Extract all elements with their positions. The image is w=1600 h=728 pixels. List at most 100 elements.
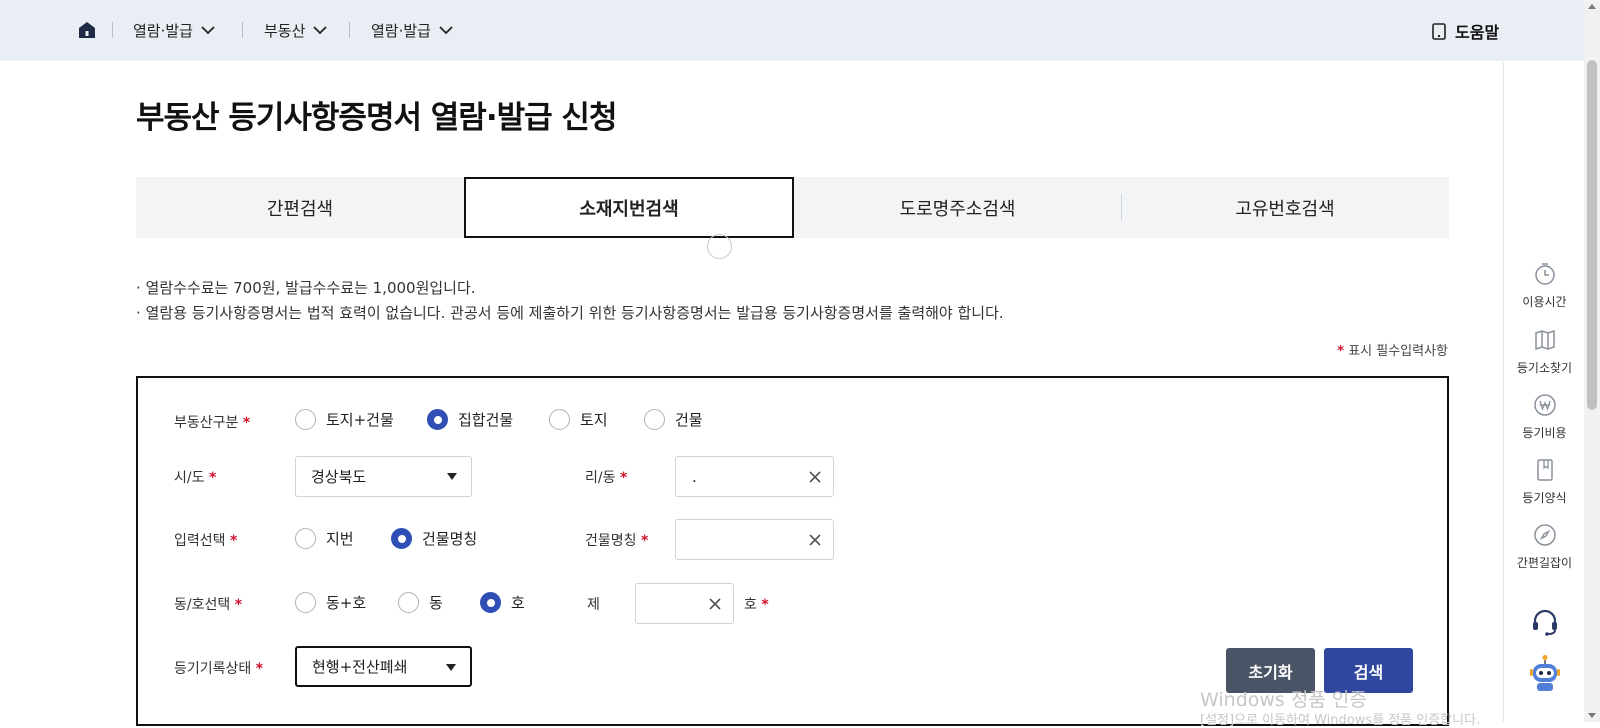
quick-item-guide[interactable]: 간편길잡이 (1504, 523, 1585, 571)
loading-spinner-icon (707, 234, 732, 259)
ri-dong-input-value: . (692, 467, 697, 486)
radio-building-name[interactable]: 건물명칭 (391, 528, 477, 549)
radio-label: 토지 (580, 411, 608, 429)
radio-label: 토지+건물 (326, 411, 394, 429)
radio-label: 동+호 (326, 594, 367, 612)
radio-aggregate-building[interactable]: 집합건물 (427, 409, 513, 430)
ri-dong-input[interactable]: . (675, 456, 834, 497)
tab-simple-search[interactable]: 간편검색 (136, 177, 464, 238)
radio-building[interactable]: 건물 (644, 409, 703, 430)
scrollbar-thumb[interactable] (1587, 60, 1597, 410)
required-star: * (255, 661, 264, 677)
record-status-label: 등기기록상태 * (174, 658, 263, 678)
clear-icon[interactable] (807, 469, 823, 485)
quick-item-label: 등기양식 (1522, 491, 1567, 505)
quick-item-forms[interactable]: 등기양식 (1504, 458, 1585, 506)
tab-unique-number-search[interactable]: 고유번호검색 (1121, 177, 1449, 238)
radio-circle (427, 409, 448, 430)
radio-dong-ho[interactable]: 동+호 (295, 592, 366, 613)
radio-circle (295, 409, 316, 430)
tab-label: 소재지번검색 (579, 198, 679, 220)
radio-lot-number[interactable]: 지번 (295, 528, 354, 549)
property-type-label: 부동산구분 * (174, 412, 250, 432)
nav-separator (242, 22, 243, 38)
nav-menu-real-estate[interactable]: 부동산 (264, 19, 328, 41)
nav-menu-label: 열람·발급 (133, 21, 193, 40)
page-scrollbar[interactable] (1584, 0, 1600, 722)
top-navigation-bar: 열람·발급 부동산 열람·발급 도움말 (0, 0, 1584, 61)
dropdown-caret-icon (446, 664, 456, 671)
radio-circle (295, 528, 316, 549)
radio-circle (398, 592, 419, 613)
tab-road-address-search[interactable]: 도로명주소검색 (794, 177, 1121, 238)
tab-lot-number-search[interactable]: 소재지번검색 (464, 177, 794, 238)
map-icon (1534, 329, 1555, 351)
quick-item-label: 등기소찾기 (1516, 361, 1573, 375)
radio-circle (480, 592, 501, 613)
required-star: * (229, 533, 238, 549)
scroll-down-arrow-icon[interactable] (1588, 713, 1596, 718)
ri-dong-label: 리/동 * (585, 467, 627, 487)
scroll-up-arrow-icon[interactable] (1588, 4, 1596, 9)
nav-separator (112, 22, 113, 38)
chevron-down-icon (201, 25, 215, 34)
radio-land-building[interactable]: 토지+건물 (295, 409, 394, 430)
radio-label: 집합건물 (458, 411, 514, 429)
won-icon (1533, 394, 1556, 416)
property-type-label-text: 부동산구분 (174, 415, 239, 431)
required-star: * (208, 470, 217, 486)
customer-support-button[interactable] (1504, 607, 1585, 642)
clear-icon[interactable] (807, 532, 823, 548)
tab-label: 간편검색 (266, 198, 334, 220)
radio-label: 동 (429, 594, 443, 612)
windows-activation-watermark: Windows 정품 인증 (1200, 689, 1367, 711)
quick-item-hours[interactable]: 이용시간 (1504, 262, 1585, 310)
fee-notice: · 열람수수료는 700원, 발급수수료는 1,000원입니다. (136, 279, 476, 297)
sido-label-text: 시/도 (174, 470, 205, 486)
record-status-label-text: 등기기록상태 (174, 661, 252, 677)
record-status-value: 현행+전산폐쇄 (312, 658, 408, 676)
quick-item-find-office[interactable]: 등기소찾기 (1504, 328, 1585, 376)
help-button[interactable]: 도움말 (1432, 19, 1499, 43)
record-status-select[interactable]: 현행+전산폐쇄 (295, 646, 472, 687)
required-field-note: * 표시 필수입력사항 (1337, 340, 1448, 359)
tab-label: 도로명주소검색 (899, 198, 1016, 220)
radio-circle (295, 592, 316, 613)
nav-separator (349, 22, 350, 38)
search-tabs: 간편검색 소재지번검색 도로명주소검색 고유번호검색 (136, 177, 1449, 238)
required-star: * (234, 597, 243, 613)
dropdown-caret-icon (447, 473, 457, 480)
compass-icon (1533, 524, 1556, 546)
nav-menu-view-issue[interactable]: 열람·발급 (133, 19, 215, 41)
ho-suffix-label: 호 * (744, 594, 769, 614)
nav-menu-view-issue-sub[interactable]: 열람·발급 (371, 19, 453, 41)
radio-label: 호 (511, 594, 525, 612)
radio-circle (549, 409, 570, 430)
home-icon[interactable] (78, 21, 96, 39)
clear-icon[interactable] (707, 596, 723, 612)
required-note-text: 표시 필수입력사항 (1348, 344, 1448, 359)
quick-item-label: 간편길잡이 (1516, 556, 1573, 570)
page-title: 부동산 등기사항증명서 열람·발급 신청 (136, 100, 617, 136)
radio-label: 지번 (326, 530, 354, 548)
radio-land[interactable]: 토지 (549, 409, 608, 430)
nav-menu-label: 부동산 (264, 21, 306, 40)
radio-ho[interactable]: 호 (480, 592, 525, 613)
building-name-input[interactable] (675, 519, 834, 560)
legal-notice: · 열람용 등기사항증명서는 법적 효력이 없습니다. 관공서 등에 제출하기 … (136, 304, 1004, 322)
dongho-select-label: 동/호선택 * (174, 594, 242, 614)
sido-select[interactable]: 경상북도 (295, 456, 472, 497)
radio-label: 건물 (675, 411, 703, 429)
ho-prefix-label: 제 (587, 597, 600, 613)
radio-dong[interactable]: 동 (398, 592, 443, 613)
radio-circle (391, 528, 412, 549)
chatbot-button[interactable] (1504, 654, 1585, 697)
quick-item-fees[interactable]: 등기비용 (1504, 393, 1585, 441)
ho-number-input[interactable] (635, 583, 734, 624)
ho-suffix-text: 호 (744, 597, 757, 613)
help-book-icon (1432, 22, 1446, 40)
chevron-down-icon (439, 25, 453, 34)
headset-icon (1532, 609, 1557, 636)
dongho-select-label-text: 동/호선택 (174, 597, 231, 613)
required-star: * (619, 470, 628, 486)
